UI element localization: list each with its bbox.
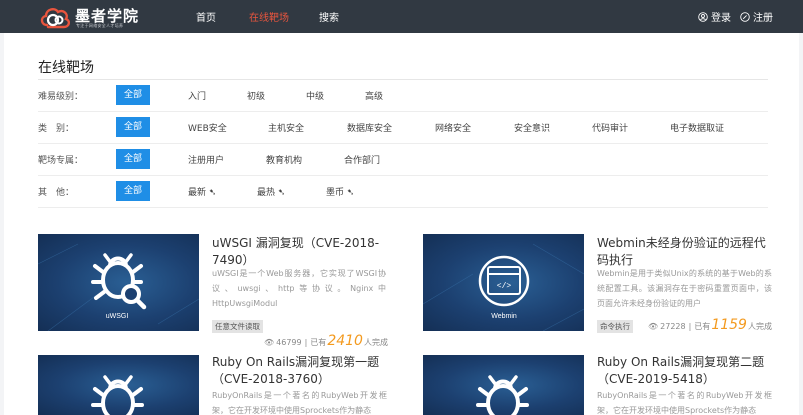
bug-search-icon: uWSGI <box>38 243 199 331</box>
filter-option[interactable]: 网络安全 <box>435 121 471 134</box>
filter-option[interactable]: WEB安全 <box>188 121 227 134</box>
card-description: Webmin是用于类似Unix的系统的基于Web的系统配置工具。该漏洞存在于密码… <box>597 269 772 308</box>
card-thumbnail[interactable]: </> Webmin <box>423 234 584 331</box>
filter-all-button[interactable]: 全部 <box>116 85 150 105</box>
card-title[interactable]: Webmin未经身份验证的远程代码执行 <box>597 235 777 269</box>
edit-icon <box>740 11 750 22</box>
completed-count: 2410 <box>327 333 363 349</box>
filter-option[interactable]: 合作部门 <box>344 153 380 166</box>
svg-text:</>: </> <box>497 282 512 291</box>
filter-option[interactable]: 电子数据取证 <box>670 121 724 134</box>
user-icon <box>698 11 708 22</box>
logo-subtitle: 专注于网络安全人才培养 <box>76 23 124 28</box>
filter-option[interactable]: 教育机构 <box>266 153 302 166</box>
filter-label: 靶场专属： <box>38 156 84 166</box>
login-label: 登录 <box>711 13 731 24</box>
filter-row-difficulty: 难易级别： 全部 入门 初级 中级 高级 <box>38 80 768 112</box>
filter-option[interactable]: 代码审计 <box>592 121 628 134</box>
bug-icon <box>91 375 144 415</box>
card-tag[interactable]: 命令执行 <box>597 320 633 333</box>
nav-search[interactable]: 搜索 <box>319 9 339 24</box>
card-thumbnail[interactable] <box>423 355 584 415</box>
filter-option[interactable]: 数据库安全 <box>347 121 392 134</box>
sort-arrow-icon: ➷ <box>208 188 217 198</box>
sort-hottest[interactable]: 最热 ➷ <box>257 185 285 198</box>
logo-cloud-icon <box>40 8 71 29</box>
done-prefix: 已有 <box>694 322 711 331</box>
sort-arrow-icon: ➷ <box>346 188 355 198</box>
sort-newest[interactable]: 最新 ➷ <box>188 185 216 198</box>
register-link[interactable]: 注册 <box>740 9 773 24</box>
filter-all-button[interactable]: 全部 <box>116 149 150 169</box>
card-thumbnail[interactable]: uWSGI <box>38 234 199 331</box>
page-title: 在线靶场 <box>38 60 94 76</box>
filter-option[interactable]: 高级 <box>365 89 383 102</box>
filter-label: 类 别： <box>38 124 75 134</box>
done-prefix: 已有 <box>310 338 327 347</box>
top-nav-bar: 墨者学院 专注于网络安全人才培养 首页 在线靶场 搜索 登录 注册 <box>0 0 803 33</box>
row-divider <box>38 207 768 208</box>
filter-option[interactable]: 入门 <box>188 89 206 102</box>
register-label: 注册 <box>753 13 773 24</box>
filter-label: 其 他： <box>38 188 75 198</box>
filter-all-button[interactable]: 全部 <box>116 117 150 137</box>
filter-option[interactable]: 安全意识 <box>514 121 550 134</box>
eye-icon: 👁 <box>648 322 659 331</box>
thumb-label: uWSGI <box>106 313 129 320</box>
filter-row-other: 其 他： 全部 最新 ➷ 最热 ➷ 墨币 ➷ <box>38 176 768 208</box>
card-title[interactable]: Ruby On Rails漏洞复现第一题（CVE-2018-3760） <box>212 354 392 388</box>
card-description: RubyOnRails是一个著名的RubyWeb开发框架，它在开发环境中使用Sp… <box>212 391 387 415</box>
eye-icon: 👁 <box>264 338 275 347</box>
done-suffix: 人完成 <box>363 338 388 347</box>
filter-all-button[interactable]: 全部 <box>116 181 150 201</box>
done-suffix: 人完成 <box>747 322 772 331</box>
filter-option[interactable]: 注册用户 <box>188 153 224 166</box>
site-logo[interactable]: 墨者学院 专注于网络安全人才培养 <box>38 3 158 31</box>
card-thumbnail[interactable] <box>38 355 199 415</box>
nav-online-range[interactable]: 在线靶场 <box>249 9 289 24</box>
view-count: 46799 <box>276 338 302 347</box>
sort-arrow-icon: ➷ <box>277 188 286 198</box>
card-description: RubyOnRails是一个著名的RubyWeb开发框架，它在开发环境中使用Sp… <box>597 391 772 415</box>
stat-separator: | <box>688 322 692 331</box>
thumb-label: Webmin <box>491 313 517 320</box>
completed-count: 1159 <box>711 317 747 333</box>
filter-row-exclusive: 靶场专属： 全部 注册用户 教育机构 合作部门 <box>38 144 768 176</box>
nav-home[interactable]: 首页 <box>196 9 216 24</box>
login-link[interactable]: 登录 <box>698 9 731 24</box>
webmin-window-icon: </> Webmin <box>423 243 584 331</box>
filter-option[interactable]: 主机安全 <box>268 121 304 134</box>
card-title[interactable]: uWSGI 漏洞复现（CVE-2018-7490） <box>212 235 390 269</box>
view-count: 27228 <box>660 322 686 331</box>
card-stats: 👁 46799 | 已有 2410 人完成 <box>264 333 388 349</box>
filter-option[interactable]: 初级 <box>247 89 265 102</box>
bug-icon <box>476 375 529 415</box>
filter-row-category: 类 别： 全部 WEB安全 主机安全 数据库安全 网络安全 安全意识 代码审计 … <box>38 112 768 144</box>
card-stats: 👁 27228 | 已有 1159 人完成 <box>648 317 772 333</box>
sort-coins[interactable]: 墨币 ➷ <box>326 185 354 198</box>
card-tag[interactable]: 任意文件读取 <box>212 320 263 333</box>
filter-label: 难易级别： <box>38 92 84 102</box>
filter-option[interactable]: 中级 <box>306 89 324 102</box>
stat-separator: | <box>304 338 308 347</box>
card-title[interactable]: Ruby On Rails漏洞复现第二题（CVE-2019-5418） <box>597 354 777 388</box>
card-description: uWSGI是一个Web服务器，它实现了WSGI协议、uwsgi、http等协议。… <box>212 269 386 308</box>
